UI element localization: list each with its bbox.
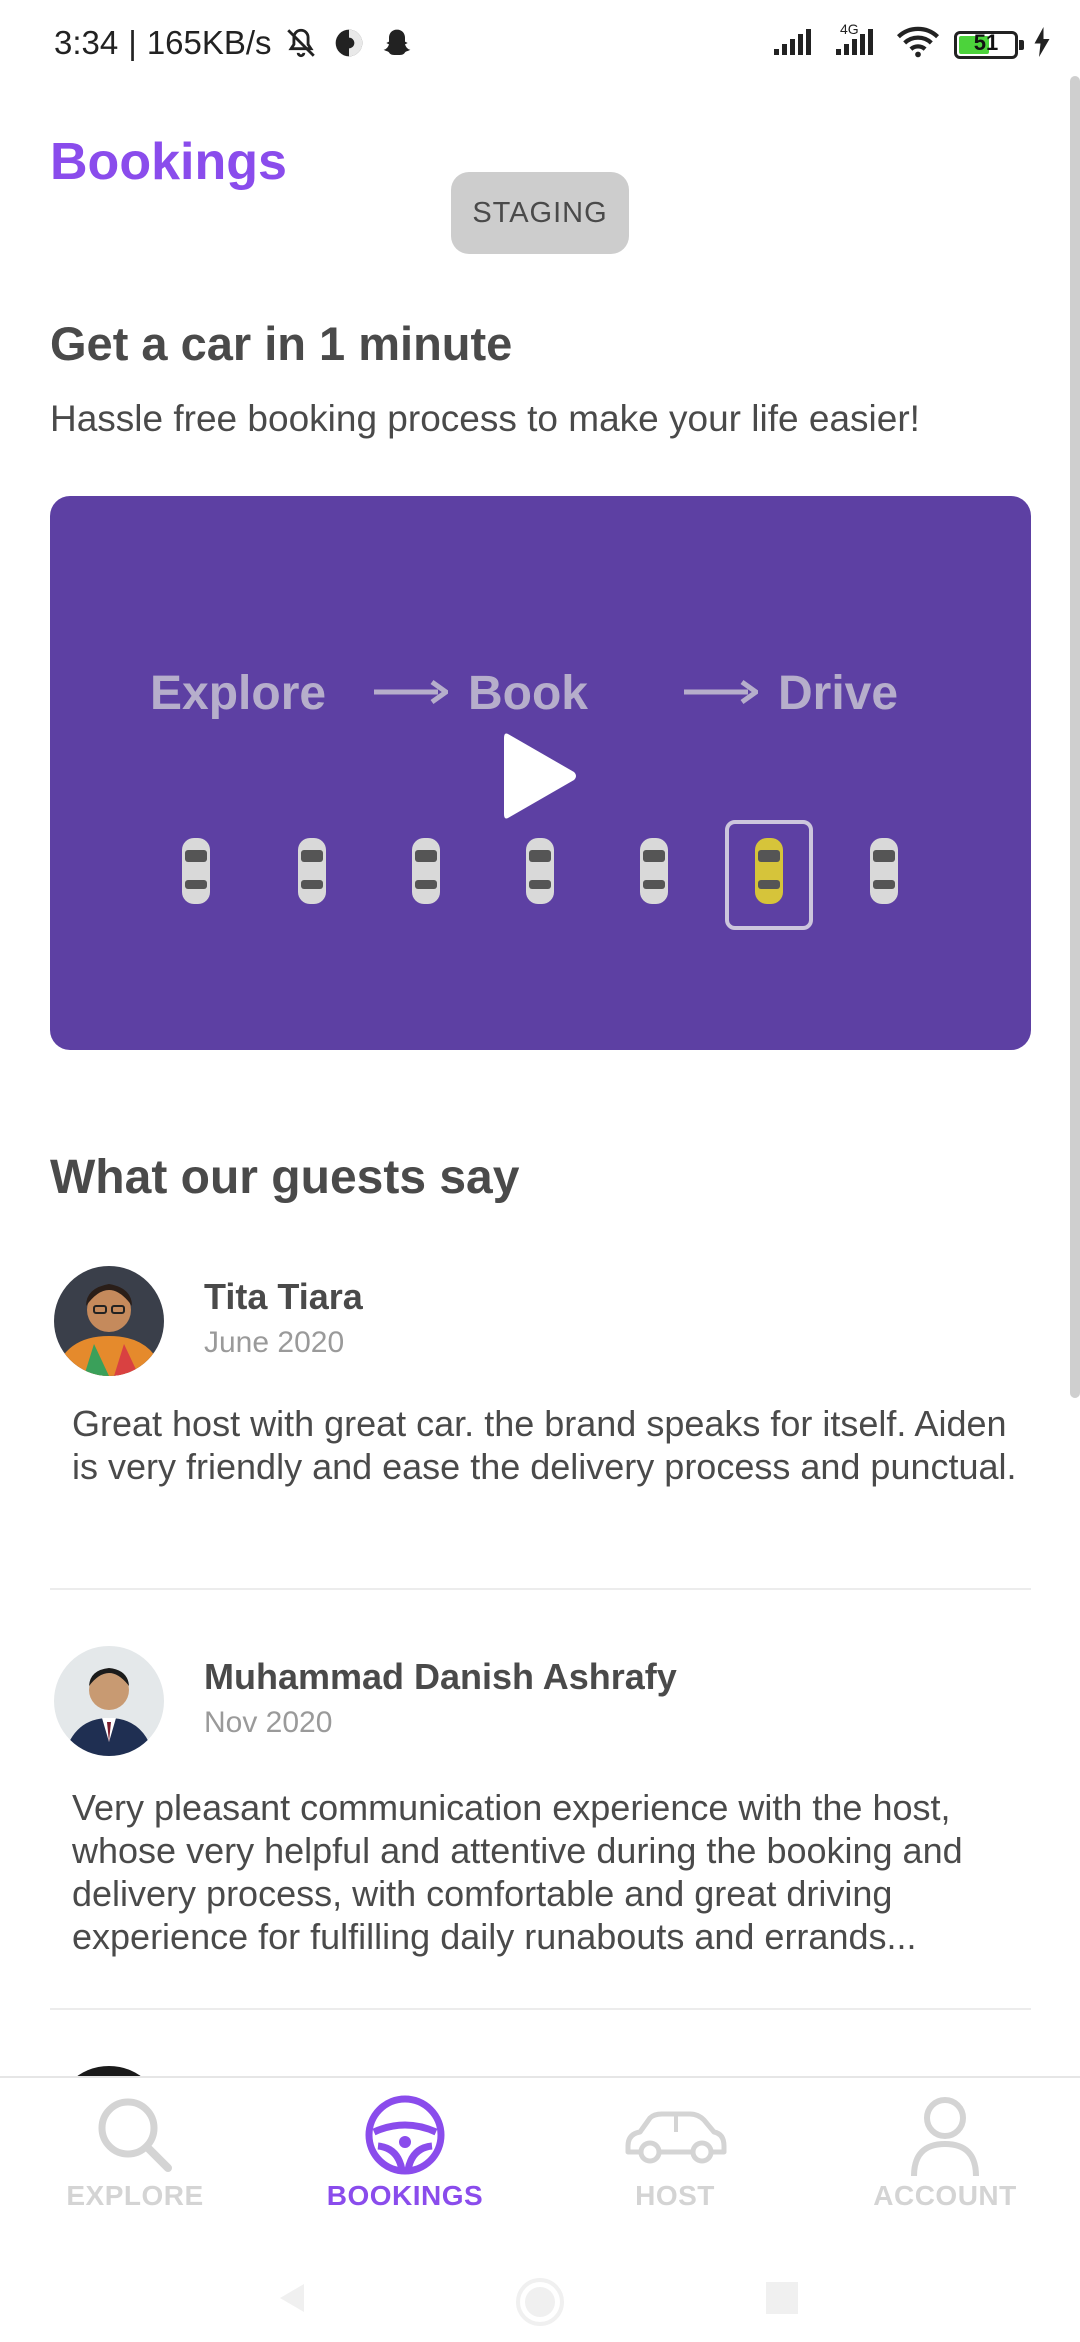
user-icon [911,2097,979,2177]
play-icon[interactable] [500,728,580,824]
network-speed: 165KB/s [146,24,272,61]
selected-car-icon [755,838,783,904]
car-icon [870,838,898,904]
system-navigation-bar [0,2268,1080,2328]
staging-badge: STAGING [451,172,629,254]
car-icon [625,2111,727,2164]
scrollbar[interactable] [1070,76,1080,1398]
car-icon [298,838,326,904]
steering-wheel-icon [365,2095,445,2175]
flow-step-book: Book [468,667,588,720]
review-text: Great host with great car. the brand spe… [72,1403,1017,1487]
mute-icon [282,24,320,62]
nav-explore-label: EXPLORE [66,2180,204,2211]
car-icon [412,838,440,904]
status-right: 4G 51 [772,21,1052,63]
status-bar: 3:34 | 165KB/s 4G 51 [0,0,1080,96]
car-icon [640,838,668,904]
flow-step-drive: Drive [778,667,899,720]
wifi-icon [896,26,940,63]
nav-bookings-label: BOOKINGS [326,2180,484,2211]
nav-explore[interactable]: EXPLORE [0,2078,270,2228]
data-saver-icon [330,24,368,62]
signal-4g-icon: 4G [834,21,882,62]
review-text: Very pleasant communication experience w… [72,1787,963,1957]
review-date: June 2020 [204,1326,345,1359]
car-icon [182,838,210,904]
recents-icon[interactable] [764,2280,800,2316]
status-left: 3:34 | 165KB/s [54,24,416,62]
nav-host[interactable]: HOST [540,2078,810,2228]
reviewer-name: Muhammad Danish Ashrafy [204,1656,677,1697]
review-divider [50,1588,1031,1590]
reviews-title: What our guests say [50,1151,520,1204]
signal-icon [772,27,820,62]
review-date: Nov 2020 [204,1706,333,1739]
back-icon[interactable] [272,2278,312,2318]
status-separator: | [128,24,137,61]
battery-level: 51 [973,29,999,55]
status-time: 3:34 [54,24,119,61]
snapchat-icon [378,24,416,62]
hero-title: Get a car in 1 minute [50,317,513,370]
nav-account[interactable]: ACCOUNT [810,2078,1080,2228]
review-card: Tita Tiara June 2020 Great host with gre… [50,1266,1031,1586]
reviewer-avatar [54,1646,164,1756]
arrow-right-icon [374,679,448,705]
arrow-right-icon [684,679,758,705]
review-divider [50,2008,1031,2010]
how-it-works-video[interactable]: Explore Book Drive [50,496,1031,1050]
booking-flow: Explore Book Drive [150,666,950,726]
bottom-navigation: EXPLORE BOOKINGS HOST ACCOUNT [0,2076,1080,2342]
page-title: Bookings [50,133,287,191]
nav-account-label: ACCOUNT [873,2180,1017,2211]
car-icon [526,838,554,904]
flow-step-explore: Explore [150,667,327,720]
home-icon[interactable] [514,2276,566,2328]
nav-host-label: HOST [635,2180,715,2211]
car-row [50,820,1031,956]
charging-icon [1032,27,1052,62]
search-icon [98,2098,172,2172]
review-card: Muhammad Danish Ashrafy Nov 2020 Very pl… [50,1646,1031,1996]
hero-subtitle: Hassle free booking process to make your… [50,398,920,439]
reviewer-name: Tita Tiara [204,1276,363,1317]
network-type: 4G [840,21,859,37]
reviewer-avatar [54,1266,164,1376]
nav-bookings[interactable]: BOOKINGS [270,2078,540,2228]
battery-indicator: 51 [954,29,1024,59]
